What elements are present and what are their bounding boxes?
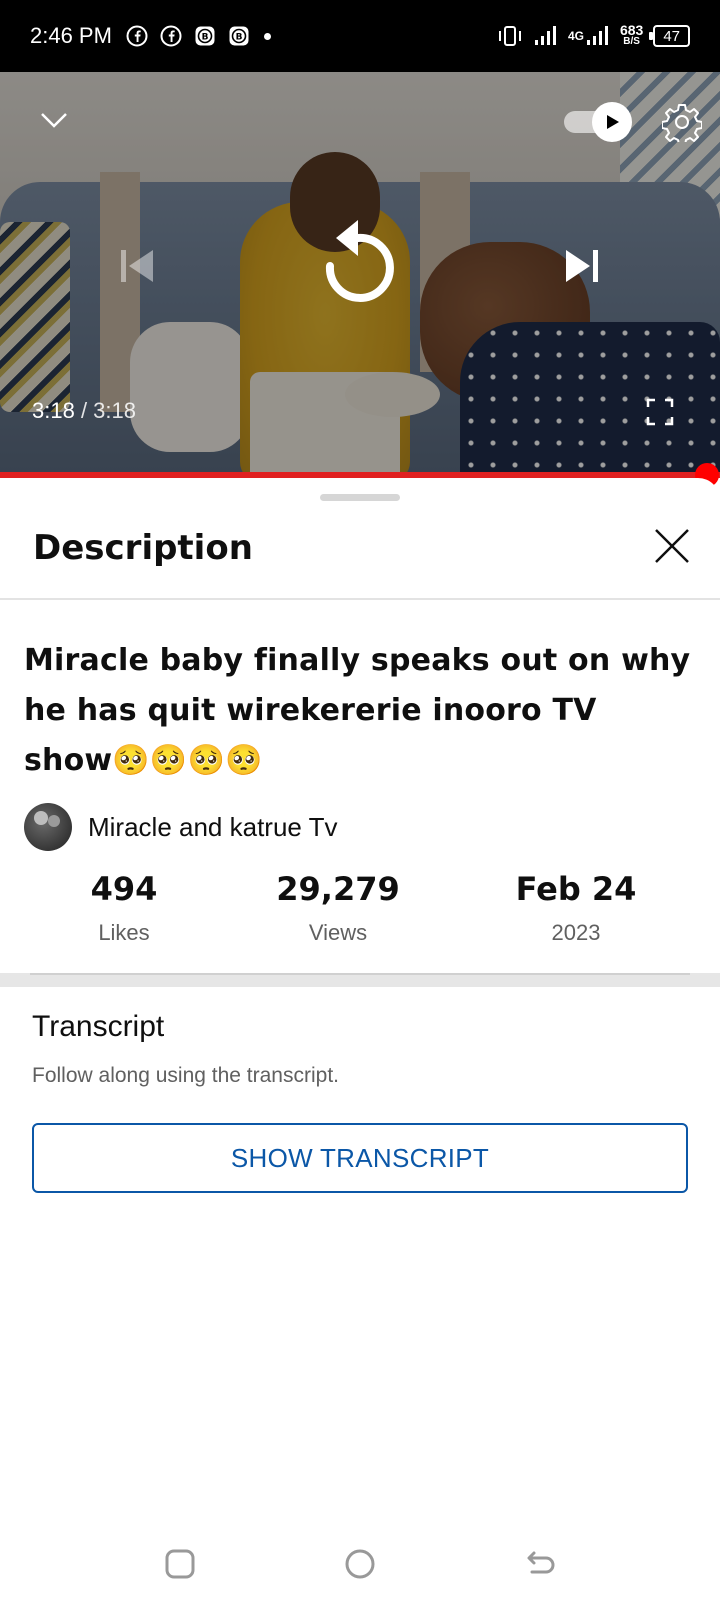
drag-handle[interactable] bbox=[320, 494, 400, 501]
network-speed: 683 B/S bbox=[619, 22, 644, 48]
skip-previous-icon bbox=[121, 250, 153, 282]
likes-count: 494 bbox=[90, 870, 158, 908]
fullscreen-button[interactable] bbox=[640, 392, 680, 432]
description-panel: Description Miracle baby finally speaks … bbox=[0, 478, 720, 1612]
facebook-icon bbox=[160, 25, 182, 47]
show-transcript-button[interactable]: SHOW TRANSCRIPT bbox=[32, 1123, 688, 1193]
status-indicators: 4G 683 B/S 47 bbox=[496, 22, 690, 48]
channel-name[interactable]: Miracle and katrue Tv bbox=[88, 812, 338, 843]
channel-row[interactable]: Miracle and katrue Tv bbox=[24, 802, 338, 852]
minimize-player-button[interactable] bbox=[34, 100, 74, 140]
vibrate-icon bbox=[498, 26, 521, 46]
replay-button[interactable] bbox=[318, 214, 402, 304]
facebook-icon bbox=[126, 25, 148, 47]
gear-icon bbox=[662, 104, 702, 142]
notification-icons: B B bbox=[126, 25, 250, 47]
battery-level: 47 bbox=[663, 27, 680, 45]
views-count: 29,279 bbox=[276, 870, 400, 908]
bitcoin-icon: B bbox=[195, 26, 215, 46]
upload-date-stat: Feb 24 2023 bbox=[466, 870, 686, 946]
status-time: 2:46 PM bbox=[30, 23, 112, 48]
signal-icon bbox=[586, 26, 608, 45]
transcript-subtitle: Follow along using the transcript. bbox=[32, 1064, 339, 1087]
replay-icon bbox=[325, 220, 394, 302]
back-icon bbox=[527, 1551, 555, 1574]
video-player[interactable]: 3:18 / 3:18 bbox=[0, 72, 720, 475]
video-title: Miracle baby finally speaks out on why h… bbox=[24, 643, 691, 778]
status-bar: 2:46 PM B B 4G 683 B/S 47 bbox=[0, 0, 720, 72]
play-icon bbox=[607, 115, 619, 129]
signal-icon bbox=[534, 26, 556, 45]
mobile-data-indicator: 4G bbox=[568, 25, 610, 47]
previous-video-button[interactable] bbox=[115, 244, 159, 288]
more-notifications-dot bbox=[263, 32, 271, 40]
channel-avatar[interactable] bbox=[24, 803, 72, 851]
header-divider bbox=[0, 598, 720, 600]
video-stats: 494 Likes 29,279 Views Feb 24 2023 bbox=[0, 870, 720, 960]
system-nav-bar bbox=[0, 1530, 720, 1612]
next-video-button[interactable] bbox=[560, 244, 604, 288]
home-button[interactable] bbox=[338, 1542, 382, 1586]
close-icon bbox=[655, 529, 689, 563]
home-icon bbox=[345, 1549, 375, 1579]
autoplay-knob bbox=[592, 102, 632, 142]
transcript-title: Transcript bbox=[32, 1010, 165, 1043]
upload-date: Feb 24 bbox=[515, 870, 637, 908]
battery-icon: 47 bbox=[649, 25, 690, 47]
autoplay-toggle[interactable] bbox=[562, 102, 632, 142]
current-time: 3:18 bbox=[32, 398, 75, 423]
back-button[interactable] bbox=[518, 1542, 562, 1586]
recents-icon bbox=[165, 1549, 195, 1579]
network-type: 4G bbox=[567, 29, 584, 43]
likes-label: Likes bbox=[98, 920, 150, 945]
views-label: Views bbox=[308, 920, 368, 945]
network-speed-value: 683 bbox=[619, 22, 644, 38]
skip-next-icon bbox=[566, 250, 598, 282]
time-display: 3:18 / 3:18 bbox=[32, 398, 136, 424]
panel-header: Description bbox=[0, 506, 720, 578]
views-stat: 29,279 Views bbox=[228, 870, 448, 946]
svg-text:B: B bbox=[202, 33, 209, 43]
recents-button[interactable] bbox=[158, 1542, 202, 1586]
section-divider bbox=[0, 973, 720, 987]
close-button[interactable] bbox=[650, 524, 694, 568]
network-speed-unit: B/S bbox=[623, 36, 640, 47]
likes-stat: 494 Likes bbox=[14, 870, 234, 946]
time-separator: / bbox=[74, 398, 94, 423]
chevron-down-icon bbox=[41, 113, 67, 128]
svg-text:B: B bbox=[236, 33, 243, 43]
fullscreen-icon bbox=[646, 398, 674, 426]
upload-year: 2023 bbox=[551, 920, 601, 945]
total-time: 3:18 bbox=[93, 398, 136, 423]
panel-title: Description bbox=[33, 528, 253, 568]
bitcoin-icon: B bbox=[229, 26, 249, 46]
settings-button[interactable] bbox=[660, 100, 704, 144]
